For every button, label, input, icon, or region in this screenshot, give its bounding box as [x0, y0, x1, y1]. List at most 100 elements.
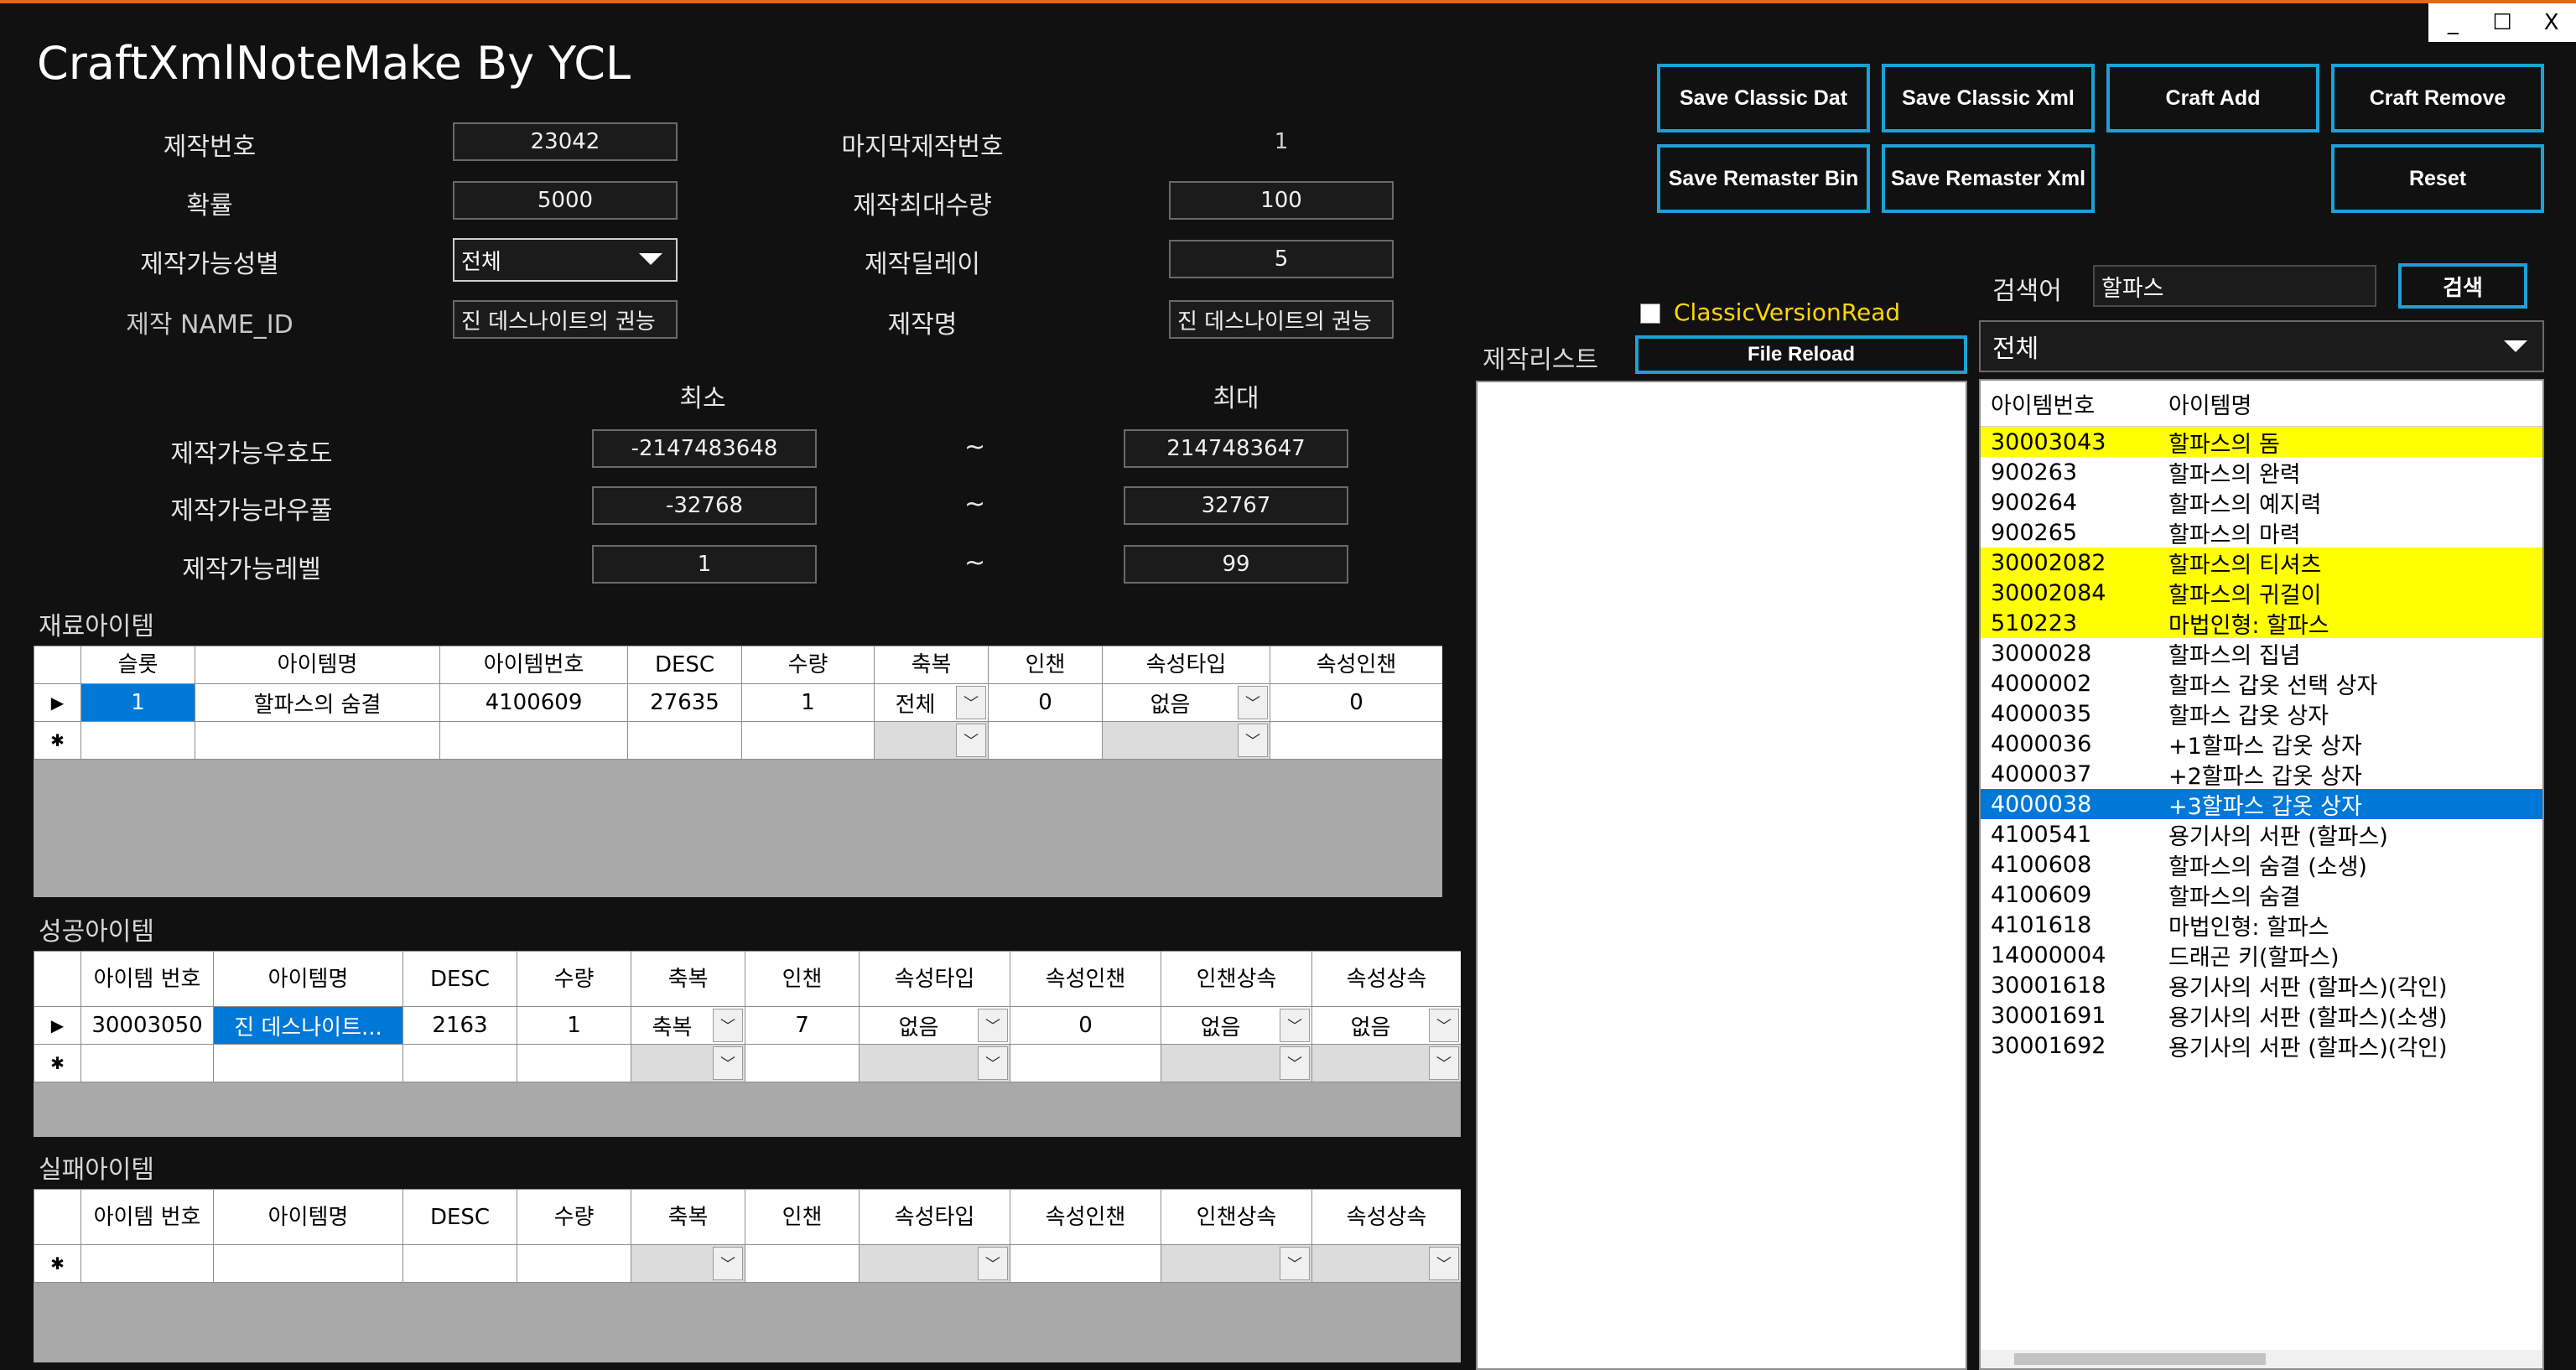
chevron-down-icon[interactable]: ﹀ [1429, 1046, 1459, 1080]
search-button[interactable]: 검색 [2398, 263, 2527, 309]
horizontal-scrollbar[interactable] [1981, 1350, 2542, 1368]
list-item[interactable]: 3000028 할파스의 집념 [1981, 638, 2542, 669]
cell-attr-enchant[interactable] [1010, 1044, 1161, 1082]
cell-enchant-inherit[interactable]: ﹀ [1161, 1244, 1312, 1283]
craft-add-button[interactable]: Craft Add [2106, 64, 2319, 132]
cell-name[interactable]: 할파스의 숨결 [195, 683, 440, 722]
list-item[interactable]: 4000037 +2할파스 갑옷 상자 [1981, 759, 2542, 790]
table-row[interactable]: ▶ 1 할파스의 숨결 4100609 27635 1 전체 ﹀ 0 없음 ﹀ 0 [34, 683, 1442, 722]
chevron-down-icon[interactable]: ﹀ [713, 1046, 743, 1080]
cell-enchant[interactable]: 7 [745, 1006, 860, 1045]
name-id-input[interactable]: 진 데스나이트의 권능 [453, 300, 678, 339]
cell-enchant[interactable] [988, 721, 1103, 760]
list-item[interactable]: 30001618 용기사의 서판 (할파스)(각인) [1981, 970, 2542, 1001]
save-remaster-bin-button[interactable]: Save Remaster Bin [1657, 144, 1870, 213]
list-item[interactable]: 510223 마법인형: 할파스 [1981, 608, 2542, 639]
list-item[interactable]: 14000004 드래곤 키(할파스) [1981, 940, 2542, 971]
chevron-down-icon[interactable]: ﹀ [956, 724, 986, 757]
save-classic-xml-button[interactable]: Save Classic Xml [1882, 64, 2095, 132]
materials-grid[interactable]: 슬롯 아이템명 아이템번호 DESC 수량 축복 인챈 속성타입 속성인챈 ▶ … [34, 646, 1442, 897]
cell-qty[interactable] [517, 1244, 631, 1283]
save-remaster-xml-button[interactable]: Save Remaster Xml [1882, 144, 2095, 213]
new-row[interactable]: ✱ ﹀ ﹀ ﹀ ﹀ [34, 1044, 1461, 1082]
list-item[interactable]: 4101618 마법인형: 할파스 [1981, 910, 2542, 941]
cell-item-no[interactable] [80, 1044, 214, 1082]
cell-item-no[interactable]: 30003050 [80, 1006, 214, 1045]
list-item[interactable]: 4100608 할파스의 숨결 (소생) [1981, 849, 2542, 880]
cell-desc[interactable] [402, 1244, 517, 1283]
cell-attr-enchant[interactable] [1010, 1244, 1161, 1283]
cell-desc[interactable]: 27635 [627, 683, 742, 722]
list-item[interactable]: 900265 할파스의 마력 [1981, 517, 2542, 548]
cell-name[interactable] [213, 1244, 403, 1283]
cell-attr-inherit[interactable]: ﹀ [1311, 1244, 1461, 1283]
craft-remove-button[interactable]: Craft Remove [2331, 64, 2544, 132]
file-reload-button[interactable]: File Reload [1635, 335, 1967, 374]
list-item[interactable]: 4000035 할파스 갑옷 상자 [1981, 698, 2542, 729]
cell-enchant[interactable]: 0 [988, 683, 1103, 722]
list-item[interactable]: 900263 할파스의 완력 [1981, 457, 2542, 488]
chevron-down-icon[interactable]: ﹀ [713, 1009, 743, 1042]
cell-name[interactable]: 진 데스나이트... [213, 1006, 403, 1045]
cell-name[interactable] [213, 1044, 403, 1082]
classic-version-checkbox[interactable] [1640, 304, 1660, 324]
chevron-down-icon[interactable]: ﹀ [1429, 1247, 1459, 1280]
chevron-down-icon[interactable]: ﹀ [1280, 1046, 1310, 1080]
chevron-down-icon[interactable]: ﹀ [978, 1009, 1008, 1042]
chevron-down-icon[interactable]: ﹀ [1238, 686, 1268, 719]
new-row[interactable]: ✱ ﹀ ﹀ [34, 721, 1442, 760]
cell-slot[interactable] [80, 721, 195, 760]
cell-attr-enchant[interactable] [1270, 721, 1442, 760]
list-item[interactable]: 30002082 할파스의 티셔츠 [1981, 547, 2542, 579]
cell-qty[interactable]: 1 [517, 1006, 631, 1045]
table-row[interactable]: ▶ 30003050 진 데스나이트... 2163 1 축복 ﹀ 7 없음 ﹀ 0… [34, 1006, 1461, 1045]
craft-name-input[interactable]: 진 데스나이트의 권능 [1169, 300, 1394, 339]
chevron-down-icon[interactable]: ﹀ [978, 1247, 1008, 1280]
list-item[interactable]: 4000036 +1할파스 갑옷 상자 [1981, 729, 2542, 760]
list-item[interactable]: 30002084 할파스의 귀걸이 [1981, 578, 2542, 609]
cell-attr-inherit[interactable]: ﹀ [1311, 1044, 1461, 1082]
cell-qty[interactable] [517, 1044, 631, 1082]
cell-item-no[interactable] [439, 721, 628, 760]
cell-desc[interactable] [627, 721, 742, 760]
list-item[interactable]: 4100541 용기사의 서판 (할파스) [1981, 819, 2542, 850]
gender-select[interactable]: 전체 [453, 238, 678, 282]
cell-bless[interactable]: 전체 ﹀ [874, 683, 989, 722]
list-item[interactable]: 30003043 할파스의 돔 [1981, 427, 2542, 458]
range-max-input[interactable]: 32767 [1124, 486, 1348, 525]
cell-attr-type[interactable]: ﹀ [859, 1044, 1010, 1082]
list-item[interactable]: 30001691 용기사의 서판 (할파스)(소생) [1981, 1000, 2542, 1031]
search-filter-select[interactable]: 전체 [1979, 320, 2544, 372]
maximize-icon[interactable]: ☐ [2478, 3, 2527, 42]
cell-enchant-inherit[interactable]: ﹀ [1161, 1044, 1312, 1082]
cell-attr-type[interactable]: 없음 ﹀ [859, 1006, 1010, 1045]
close-icon[interactable]: X [2527, 3, 2576, 42]
chevron-down-icon[interactable]: ﹀ [1238, 724, 1268, 757]
max-craft-qty-input[interactable]: 100 [1169, 181, 1394, 220]
cell-bless[interactable]: ﹀ [874, 721, 989, 760]
failure-grid[interactable]: 아이템 번호 아이템명 DESC 수량 축복 인챈 속성타입 속성인챈 인챈상속… [34, 1189, 1461, 1362]
chevron-down-icon[interactable]: ﹀ [1280, 1247, 1310, 1280]
list-item[interactable]: 30001692 용기사의 서판 (할파스)(각인) [1981, 1030, 2542, 1061]
list-item[interactable]: 4000038 +3할파스 갑옷 상자 [1981, 789, 2542, 820]
success-grid[interactable]: 아이템 번호 아이템명 DESC 수량 축복 인챈 속성타입 속성인챈 인챈상속… [34, 951, 1461, 1137]
chevron-down-icon[interactable]: ﹀ [978, 1046, 1008, 1080]
cell-attr-enchant[interactable]: 0 [1010, 1006, 1161, 1045]
list-item[interactable]: 4000002 할파스 갑옷 선택 상자 [1981, 668, 2542, 699]
new-row[interactable]: ✱ ﹀ ﹀ ﹀ ﹀ [34, 1244, 1461, 1283]
cell-enchant[interactable] [745, 1244, 860, 1283]
range-min-input[interactable]: -2147483648 [592, 429, 817, 468]
cell-attr-type[interactable]: ﹀ [1102, 721, 1270, 760]
list-item[interactable]: 900264 할파스의 예지력 [1981, 487, 2542, 518]
probability-input[interactable]: 5000 [453, 181, 678, 220]
reset-button[interactable]: Reset [2331, 144, 2544, 213]
cell-item-no[interactable]: 4100609 [439, 683, 628, 722]
minimize-icon[interactable]: _ [2428, 3, 2478, 42]
cell-item-no[interactable] [80, 1244, 214, 1283]
cell-attr-type[interactable]: ﹀ [859, 1244, 1010, 1283]
cell-slot[interactable]: 1 [80, 683, 195, 722]
cell-qty[interactable]: 1 [741, 683, 875, 722]
craft-list[interactable] [1476, 381, 1967, 1370]
range-min-input[interactable]: -32768 [592, 486, 817, 525]
cell-name[interactable] [195, 721, 440, 760]
